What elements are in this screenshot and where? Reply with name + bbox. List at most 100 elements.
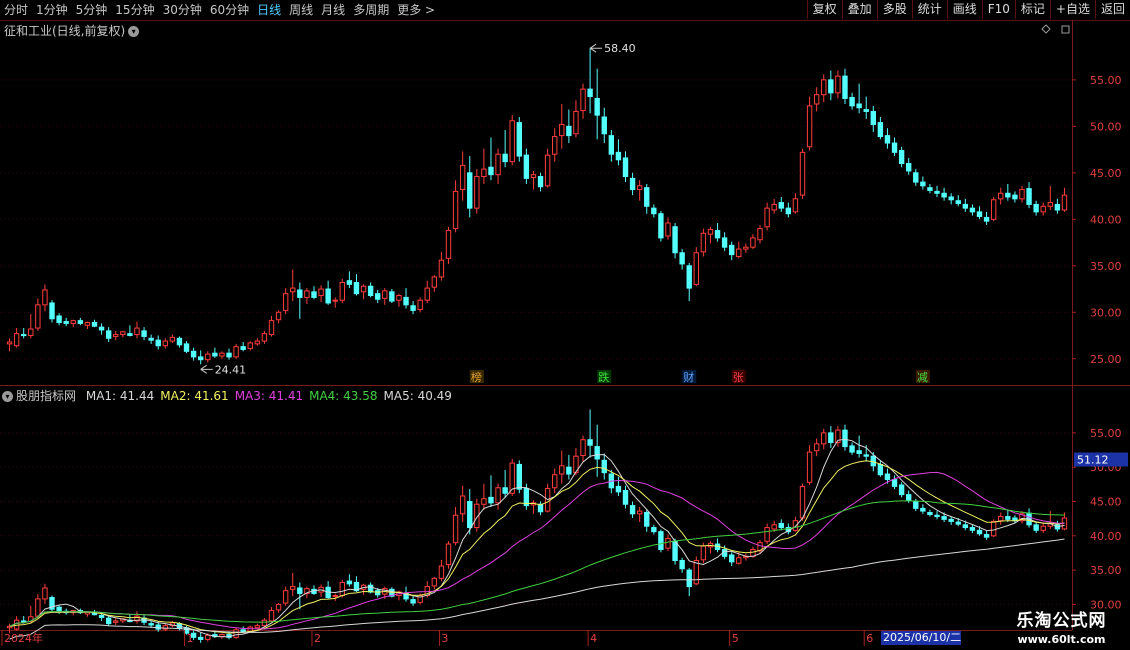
ind-candle-27 <box>198 636 204 640</box>
action-button-5[interactable]: F10 <box>981 0 1015 19</box>
ind-candle-21 <box>155 624 161 630</box>
action-button-8[interactable]: 返回 <box>1094 0 1130 19</box>
main-candle-83 <box>594 97 600 116</box>
main-candle-123 <box>877 122 884 138</box>
indicator-legend: ▾ 股朋指标网 MA1: 41.44 MA2: 41.61 MA3: 41.41 MA4… <box>2 387 452 404</box>
main-candle-95 <box>679 252 685 265</box>
low-arrow <box>200 364 213 374</box>
ind-candle-93 <box>665 538 671 549</box>
ind-candle-70 <box>502 487 508 494</box>
main-candle-63 <box>452 190 459 230</box>
main-candle-7 <box>56 315 62 323</box>
main-candle-25 <box>183 343 190 352</box>
tab-period-10[interactable]: 更多 > <box>393 0 439 20</box>
action-button-0[interactable]: 复权 <box>806 0 842 19</box>
x-axis-label-1: 1 <box>187 632 194 645</box>
ind-candle-47 <box>339 581 345 596</box>
watermark-title: 乐淘公式网 <box>1016 611 1107 631</box>
main-candle-29 <box>212 352 218 357</box>
x-axis-label-3: 3 <box>441 632 448 645</box>
main-candle-76 <box>544 154 551 187</box>
action-button-3[interactable]: 统计 <box>911 0 947 19</box>
x-axis-label-4: 4 <box>590 632 597 645</box>
tab-period-5[interactable]: 60分钟 <box>206 0 253 20</box>
tab-period-3[interactable]: 15分钟 <box>111 0 158 20</box>
main-candle-40 <box>290 287 296 293</box>
main-candle-131 <box>934 190 940 194</box>
ind-candle-129 <box>920 507 926 512</box>
ind-candle-140 <box>998 516 1004 522</box>
main-candle-147 <box>1047 202 1053 207</box>
main-candle-86 <box>615 151 622 161</box>
action-button-7[interactable]: +自选 <box>1049 0 1095 19</box>
main-candle-27 <box>198 356 204 361</box>
main-candle-48 <box>346 280 353 285</box>
tab-period-8[interactable]: 月线 <box>317 0 349 20</box>
main-candle-8 <box>63 321 69 324</box>
ind-candle-141 <box>1005 516 1011 520</box>
tab-period-1[interactable]: 1分钟 <box>32 0 72 20</box>
ind-candle-87 <box>622 490 629 505</box>
ind-candle-69 <box>495 487 501 504</box>
main-candle-114 <box>813 94 820 105</box>
main-candle-81 <box>580 88 586 112</box>
ind-candle-131 <box>934 514 940 518</box>
watermark-url: www.60lt.com <box>1017 633 1106 646</box>
ind-candle-119 <box>849 445 855 453</box>
ind-candle-126 <box>898 484 905 496</box>
main-candle-19 <box>141 330 147 337</box>
tab-period-4[interactable]: 30分钟 <box>159 0 206 20</box>
action-button-6[interactable]: 标记 <box>1014 0 1050 19</box>
ind-candle-116 <box>828 432 834 443</box>
action-button-1[interactable]: 叠加 <box>841 0 877 19</box>
chevron-down-icon[interactable]: ▾ <box>128 26 140 37</box>
tab-period-6[interactable]: 日线 <box>253 0 285 20</box>
ind-candle-136 <box>969 527 976 531</box>
main-candle-20 <box>148 337 154 341</box>
main-candle-42 <box>304 290 310 298</box>
ind-candle-68 <box>488 496 494 504</box>
main-candle-92 <box>658 213 664 239</box>
main-candle-113 <box>806 105 813 148</box>
main-candle-35 <box>254 340 261 345</box>
price-tag: 51.12 <box>1077 453 1109 466</box>
main-candle-141 <box>1005 192 1011 198</box>
main-candle-46 <box>332 299 338 302</box>
chevron-down-icon[interactable]: ▾ <box>2 391 13 402</box>
action-button-2[interactable]: 多股 <box>876 0 912 19</box>
y-tick-label-main-0: 25.00 <box>1090 353 1122 366</box>
main-candle-26 <box>190 350 197 358</box>
main-candle-104 <box>743 246 749 250</box>
ind-candle-81 <box>580 439 586 457</box>
main-candle-78 <box>559 123 565 137</box>
ind-candle-4 <box>35 598 41 617</box>
ind-candle-63 <box>452 514 459 544</box>
ma2-line <box>9 460 1065 634</box>
main-candle-116 <box>828 79 834 94</box>
main-candle-85 <box>608 135 615 155</box>
main-candle-16 <box>120 331 126 336</box>
main-candle-115 <box>821 79 827 96</box>
main-candle-136 <box>969 207 976 213</box>
tab-period-2[interactable]: 5分钟 <box>72 0 112 20</box>
action-button-4[interactable]: 画线 <box>946 0 982 19</box>
main-candle-126 <box>898 149 905 165</box>
main-candle-52 <box>375 293 381 300</box>
main-candle-94 <box>672 226 678 254</box>
x-axis-label-6: 6 <box>866 632 873 645</box>
high-arrow <box>589 43 603 53</box>
tab-period-7[interactable]: 周线 <box>285 0 317 20</box>
ind-candle-20 <box>148 623 154 626</box>
main-candle-54 <box>389 291 395 302</box>
main-candle-62 <box>445 229 452 259</box>
tab-period-0[interactable]: 分时 <box>0 0 32 20</box>
main-candle-121 <box>863 109 869 112</box>
kline-chart[interactable]: 25.0030.0035.0040.0045.0050.0055.0030.00… <box>0 20 1130 650</box>
main-candle-22 <box>162 340 168 347</box>
main-candle-38 <box>275 311 282 321</box>
tab-period-9[interactable]: 多周期 <box>349 0 393 20</box>
main-candle-128 <box>913 172 919 183</box>
main-candle-15 <box>113 334 119 337</box>
ind-candle-138 <box>983 533 990 538</box>
main-candle-117 <box>835 75 841 94</box>
